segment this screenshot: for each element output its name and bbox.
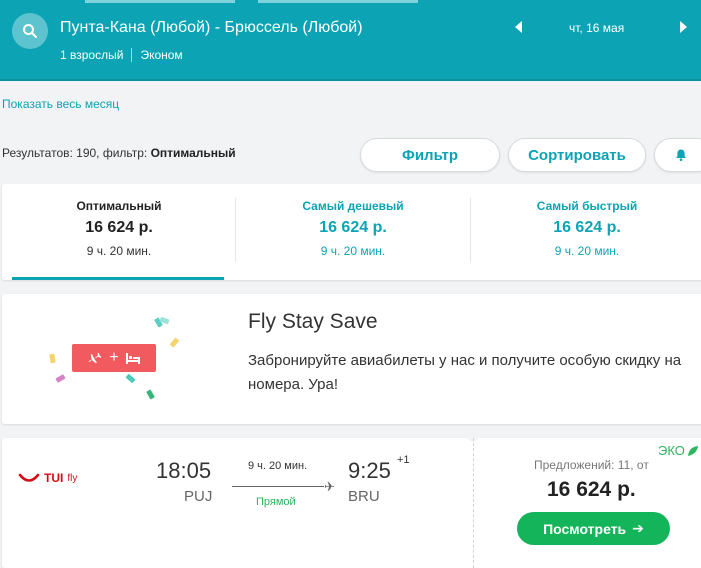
sort-tabs: Оптимальный 16 624 р. 9 ч. 20 мин. Самый… (2, 184, 701, 280)
passengers-count: 1 взрослый (60, 48, 124, 62)
tab-price: 16 624 р. (85, 219, 153, 236)
search-params[interactable]: 1 взрослый Эконом (60, 48, 183, 62)
promo-title: Fly Stay Save (248, 310, 378, 333)
sort-button[interactable]: Сортировать (508, 138, 646, 172)
bell-icon (676, 149, 686, 161)
confetti-decoration (169, 337, 180, 348)
fly-stay-badge: + (72, 344, 156, 372)
search-icon (23, 24, 37, 38)
confetti-decoration (146, 389, 155, 400)
plus-sign: + (109, 349, 119, 366)
departure-time: 18:05 (156, 458, 212, 483)
route-title[interactable]: Пунта-Кана (Любой) - Брюссель (Любой) (60, 19, 363, 37)
filter-button[interactable]: Фильтр (360, 138, 500, 172)
divider (131, 48, 133, 62)
departure-date[interactable]: чт, 16 мая (569, 21, 624, 35)
tab-duration: 9 ч. 20 мин. (320, 244, 386, 258)
tab-price: 16 624 р. (553, 219, 621, 236)
airplane-icon: ✈ (324, 479, 335, 494)
arrival-airport: BRU (348, 488, 380, 505)
flight-card[interactable]: TUI fly 18:05 PUJ 9 ч. 20 мин. ✈ Прямой … (2, 432, 701, 568)
flight-duration: 9 ч. 20 мин. (248, 460, 308, 472)
header-tab-indicator (85, 0, 235, 3)
tab-optimal[interactable]: Оптимальный 16 624 р. 9 ч. 20 мин. (2, 184, 236, 280)
departure-airport: PUJ (184, 488, 213, 505)
tab-name: Оптимальный (76, 199, 162, 213)
divider (473, 438, 474, 568)
airplane-icon (88, 352, 102, 364)
confetti-decoration (125, 373, 136, 384)
header-tab-indicators (0, 0, 701, 3)
prev-date-icon[interactable] (515, 21, 522, 33)
confetti-decoration (49, 353, 56, 364)
active-tab-indicator (12, 277, 224, 280)
next-date-icon[interactable] (680, 21, 687, 33)
offers-count: Предложений: 11, от (534, 458, 649, 472)
tab-fastest[interactable]: Самый быстрый 16 624 р. 9 ч. 20 мин. (470, 184, 701, 280)
airline-logo-text: TUI (44, 471, 64, 485)
eco-badge: ЭКО (658, 443, 699, 458)
results-count: Результатов: 190, фильтр: (2, 146, 151, 160)
tab-cheapest[interactable]: Самый дешевый 16 624 р. 9 ч. 20 мин. (236, 184, 470, 280)
view-offer-button[interactable]: Посмотреть ➔ (517, 512, 670, 545)
arrow-right-icon: ➔ (632, 520, 644, 536)
stops-info: Прямой (256, 496, 296, 508)
search-header: Пунта-Кана (Любой) - Брюссель (Любой) 1 … (0, 0, 701, 79)
price-alert-button[interactable] (654, 138, 701, 172)
bed-icon (125, 353, 140, 364)
show-month-link[interactable]: Показать весь месяц (2, 97, 119, 111)
tab-duration: 9 ч. 20 мин. (554, 244, 620, 258)
tui-smile-icon (18, 473, 40, 482)
cabin-class: Эконом (140, 48, 183, 62)
search-button[interactable] (12, 13, 48, 49)
promo-text: Забронируйте авиабилеты у нас и получите… (248, 352, 682, 393)
tab-price: 16 624 р. (319, 219, 387, 236)
arrival-time: 9:25 (348, 458, 391, 483)
airline-logo: TUI fly (18, 471, 77, 485)
airline-logo-suffix: fly (67, 472, 78, 484)
tab-name: Самый быстрый (536, 199, 638, 213)
route-line (232, 486, 324, 487)
results-filter-name: Оптимальный (150, 146, 236, 160)
promo-banner[interactable]: + Fly Stay Save Забронируйте авиабилеты … (2, 294, 701, 424)
tab-name: Самый дешевый (302, 199, 404, 213)
eco-label: ЭКО (658, 443, 685, 458)
tab-duration: 9 ч. 20 мин. (86, 244, 152, 258)
leaf-icon (687, 445, 698, 456)
flight-price: 16 624 р. (547, 478, 636, 501)
header-border (0, 79, 701, 81)
view-offer-label: Посмотреть (543, 520, 627, 537)
confetti-decoration (55, 374, 66, 383)
arrival-day-offset: +1 (397, 454, 410, 466)
results-summary: Результатов: 190, фильтр: Оптимальный (2, 146, 236, 160)
header-tab-indicator (258, 0, 418, 3)
